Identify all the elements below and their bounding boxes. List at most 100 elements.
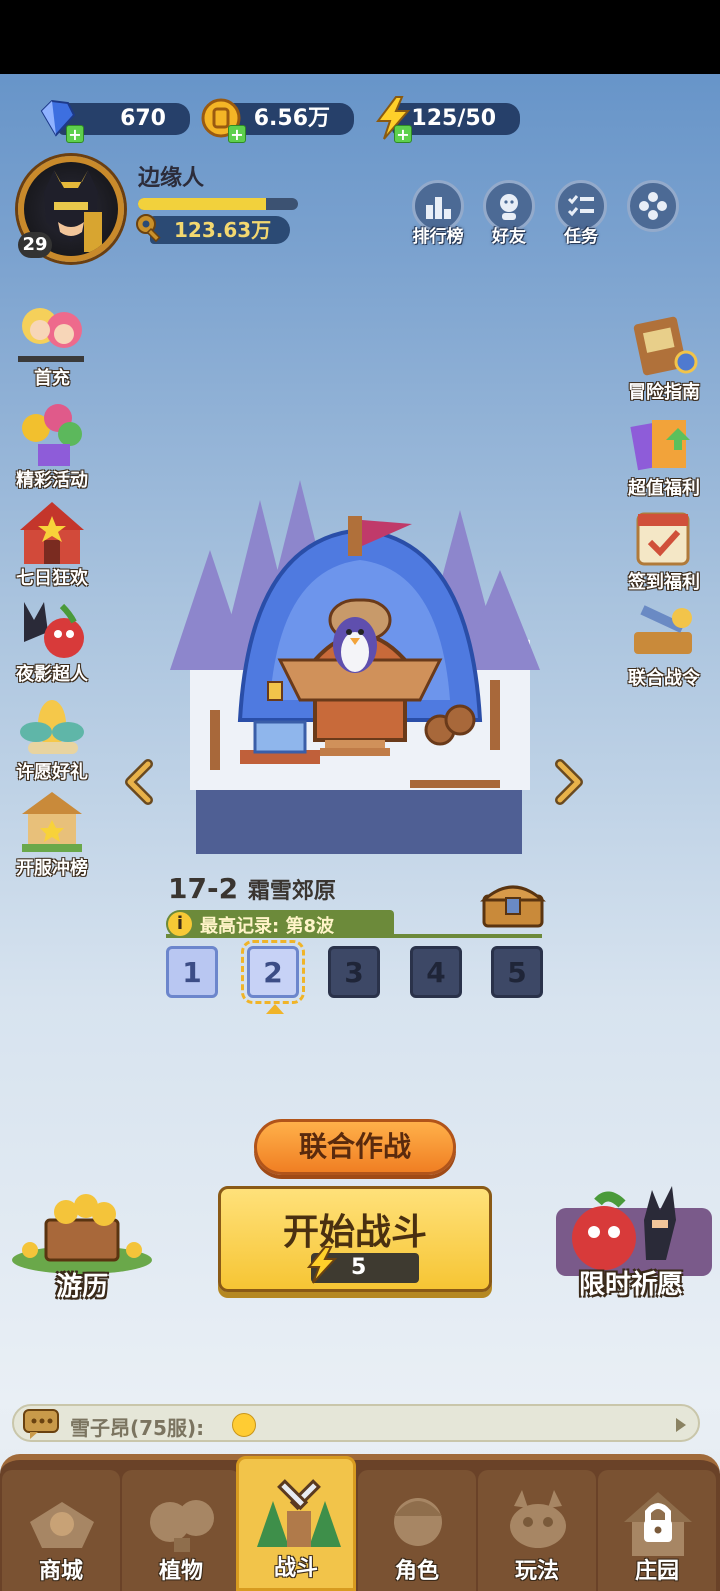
stage-name: 霜雪郊原 [247,879,336,904]
server-rank-button[interactable]: 开服冲榜 [4,786,100,880]
friends-button[interactable]: 好友 [481,180,537,247]
best-record-text: 最高记录: 第8波 [200,916,334,937]
wish-gift-label: 许愿好礼 [16,762,88,783]
nav-battle[interactable]: 战斗 [236,1456,356,1591]
value-welfare-label: 超值福利 [628,478,700,499]
coin-balance[interactable]: 123.63万 [150,216,290,244]
nav-roles[interactable]: 角色 [358,1470,476,1591]
ranking-button[interactable]: 排行榜 [410,180,466,247]
bat-hero-icon [24,602,84,658]
coin-value: 123.63万 [174,218,272,242]
shop-icon [30,1502,94,1548]
add-energy-icon[interactable]: + [394,125,412,144]
nav-manor[interactable]: 庄园 [598,1470,716,1591]
tasks-icon [567,195,594,217]
first-recharge-icon [18,308,84,362]
nav-roles-label: 角色 [394,1559,439,1584]
nav-battle-label: 战斗 [273,1556,318,1581]
more-icon [639,192,667,220]
friends-icon [500,194,518,220]
limited-wish-button[interactable]: 限时祈愿 [548,1180,714,1301]
plants-icon [150,1500,214,1552]
lightning-icon [306,1246,338,1284]
chat-message: 雪子昂(75服): [70,1416,205,1440]
selected-wave-indicator [266,1004,284,1014]
chat-bubble-icon [23,1409,59,1439]
expand-chat-icon[interactable] [676,1418,686,1432]
status-bar [0,0,720,74]
gold-counter[interactable]: + 6.56万 [201,98,354,144]
treasure-pile-icon [12,1194,152,1274]
player-name: 边缘人 [138,166,205,191]
energy-counter[interactable]: + 125/50 [376,96,520,144]
more-button[interactable] [625,180,681,232]
coop-battle-button[interactable]: 联合作战 [254,1119,456,1175]
night-hero-button[interactable]: 夜影超人 [4,592,100,686]
adventure-guide-label: 冒险指南 [628,382,700,403]
sign-in-label: 签到福利 [628,572,700,593]
tasks-button[interactable]: 任务 [553,180,609,247]
nav-manor-label: 庄园 [634,1559,679,1584]
player-level-badge: 29 [18,232,52,258]
ranking-label: 排行榜 [412,227,464,247]
value-cards-icon [630,420,690,471]
balloons-gift-icon [22,404,82,466]
treasure-chest-icon[interactable] [480,878,546,930]
wish-gift-button[interactable]: 许愿好礼 [4,690,100,784]
nav-shop[interactable]: 商城 [2,1470,120,1591]
xp-bar [138,198,298,210]
ranking-icon [426,197,451,219]
calendar-check-icon [636,512,690,566]
sign-in-button[interactable]: 签到福利 [616,500,712,594]
wave-3-button[interactable]: 3 [328,946,380,998]
wave-2-button[interactable]: 2 [241,940,305,1004]
windmill-icon [257,1479,341,1547]
wave-1-button[interactable]: 1 [166,946,218,998]
night-hero-label: 夜影超人 [16,664,88,685]
stage-number: 17-2 [168,872,239,905]
events-button[interactable]: 精彩活动 [4,398,100,492]
temple-rank-icon [22,792,82,852]
seven-day-button[interactable]: 七日狂欢 [4,496,100,590]
battle-pass-button[interactable]: 联合战令 [616,596,712,690]
diamond-value: 670 [120,106,166,131]
events-label: 精彩活动 [16,470,88,491]
battle-pass-label: 联合战令 [628,668,700,689]
lotus-scroll-icon [20,700,84,754]
stage-map-illustration[interactable] [150,460,550,860]
start-battle-button[interactable]: 开始战斗 5 [218,1186,492,1292]
previous-stage-arrow[interactable] [122,758,154,806]
seven-day-label: 七日狂欢 [16,568,88,589]
chat-bar[interactable]: 雪子昂(75服): [12,1404,700,1442]
stage-title: 17-2 霜雪郊原 [168,872,336,905]
hero-face-icon [394,1498,442,1546]
xp-bar-fill [138,198,266,210]
next-stage-arrow[interactable] [554,758,586,806]
energy-value: 125/50 [411,106,496,131]
start-battle-label: 开始战斗 [282,1212,427,1253]
monster-icon [510,1490,566,1548]
guide-book-icon [633,316,698,376]
nav-play-label: 玩法 [514,1559,559,1584]
info-icon: i [168,912,192,936]
smile-emoji-icon [232,1413,256,1437]
wave-5-button[interactable]: 5 [491,946,543,998]
travel-button[interactable]: 游历 [6,1190,158,1303]
nav-plants-label: 植物 [158,1559,203,1584]
add-diamond-icon[interactable]: + [66,125,84,144]
adventure-guide-button[interactable]: 冒险指南 [616,310,712,404]
value-welfare-button[interactable]: 超值福利 [616,406,712,500]
first-recharge-button[interactable]: 首充 [4,296,100,390]
server-rank-label: 开服冲榜 [16,858,88,879]
gold-value: 6.56万 [253,106,330,131]
add-gold-icon[interactable]: + [228,125,246,144]
nav-play[interactable]: 玩法 [478,1470,596,1591]
diamond-counter[interactable]: + 670 [40,99,190,144]
wave-4-button[interactable]: 4 [410,946,462,998]
battle-pass-icon [634,605,692,654]
lock-icon [624,1492,692,1556]
circus-tent-icon [20,502,84,564]
nav-shop-label: 商城 [38,1559,83,1584]
key-coin-icon [136,214,161,243]
nav-plants[interactable]: 植物 [122,1470,240,1591]
